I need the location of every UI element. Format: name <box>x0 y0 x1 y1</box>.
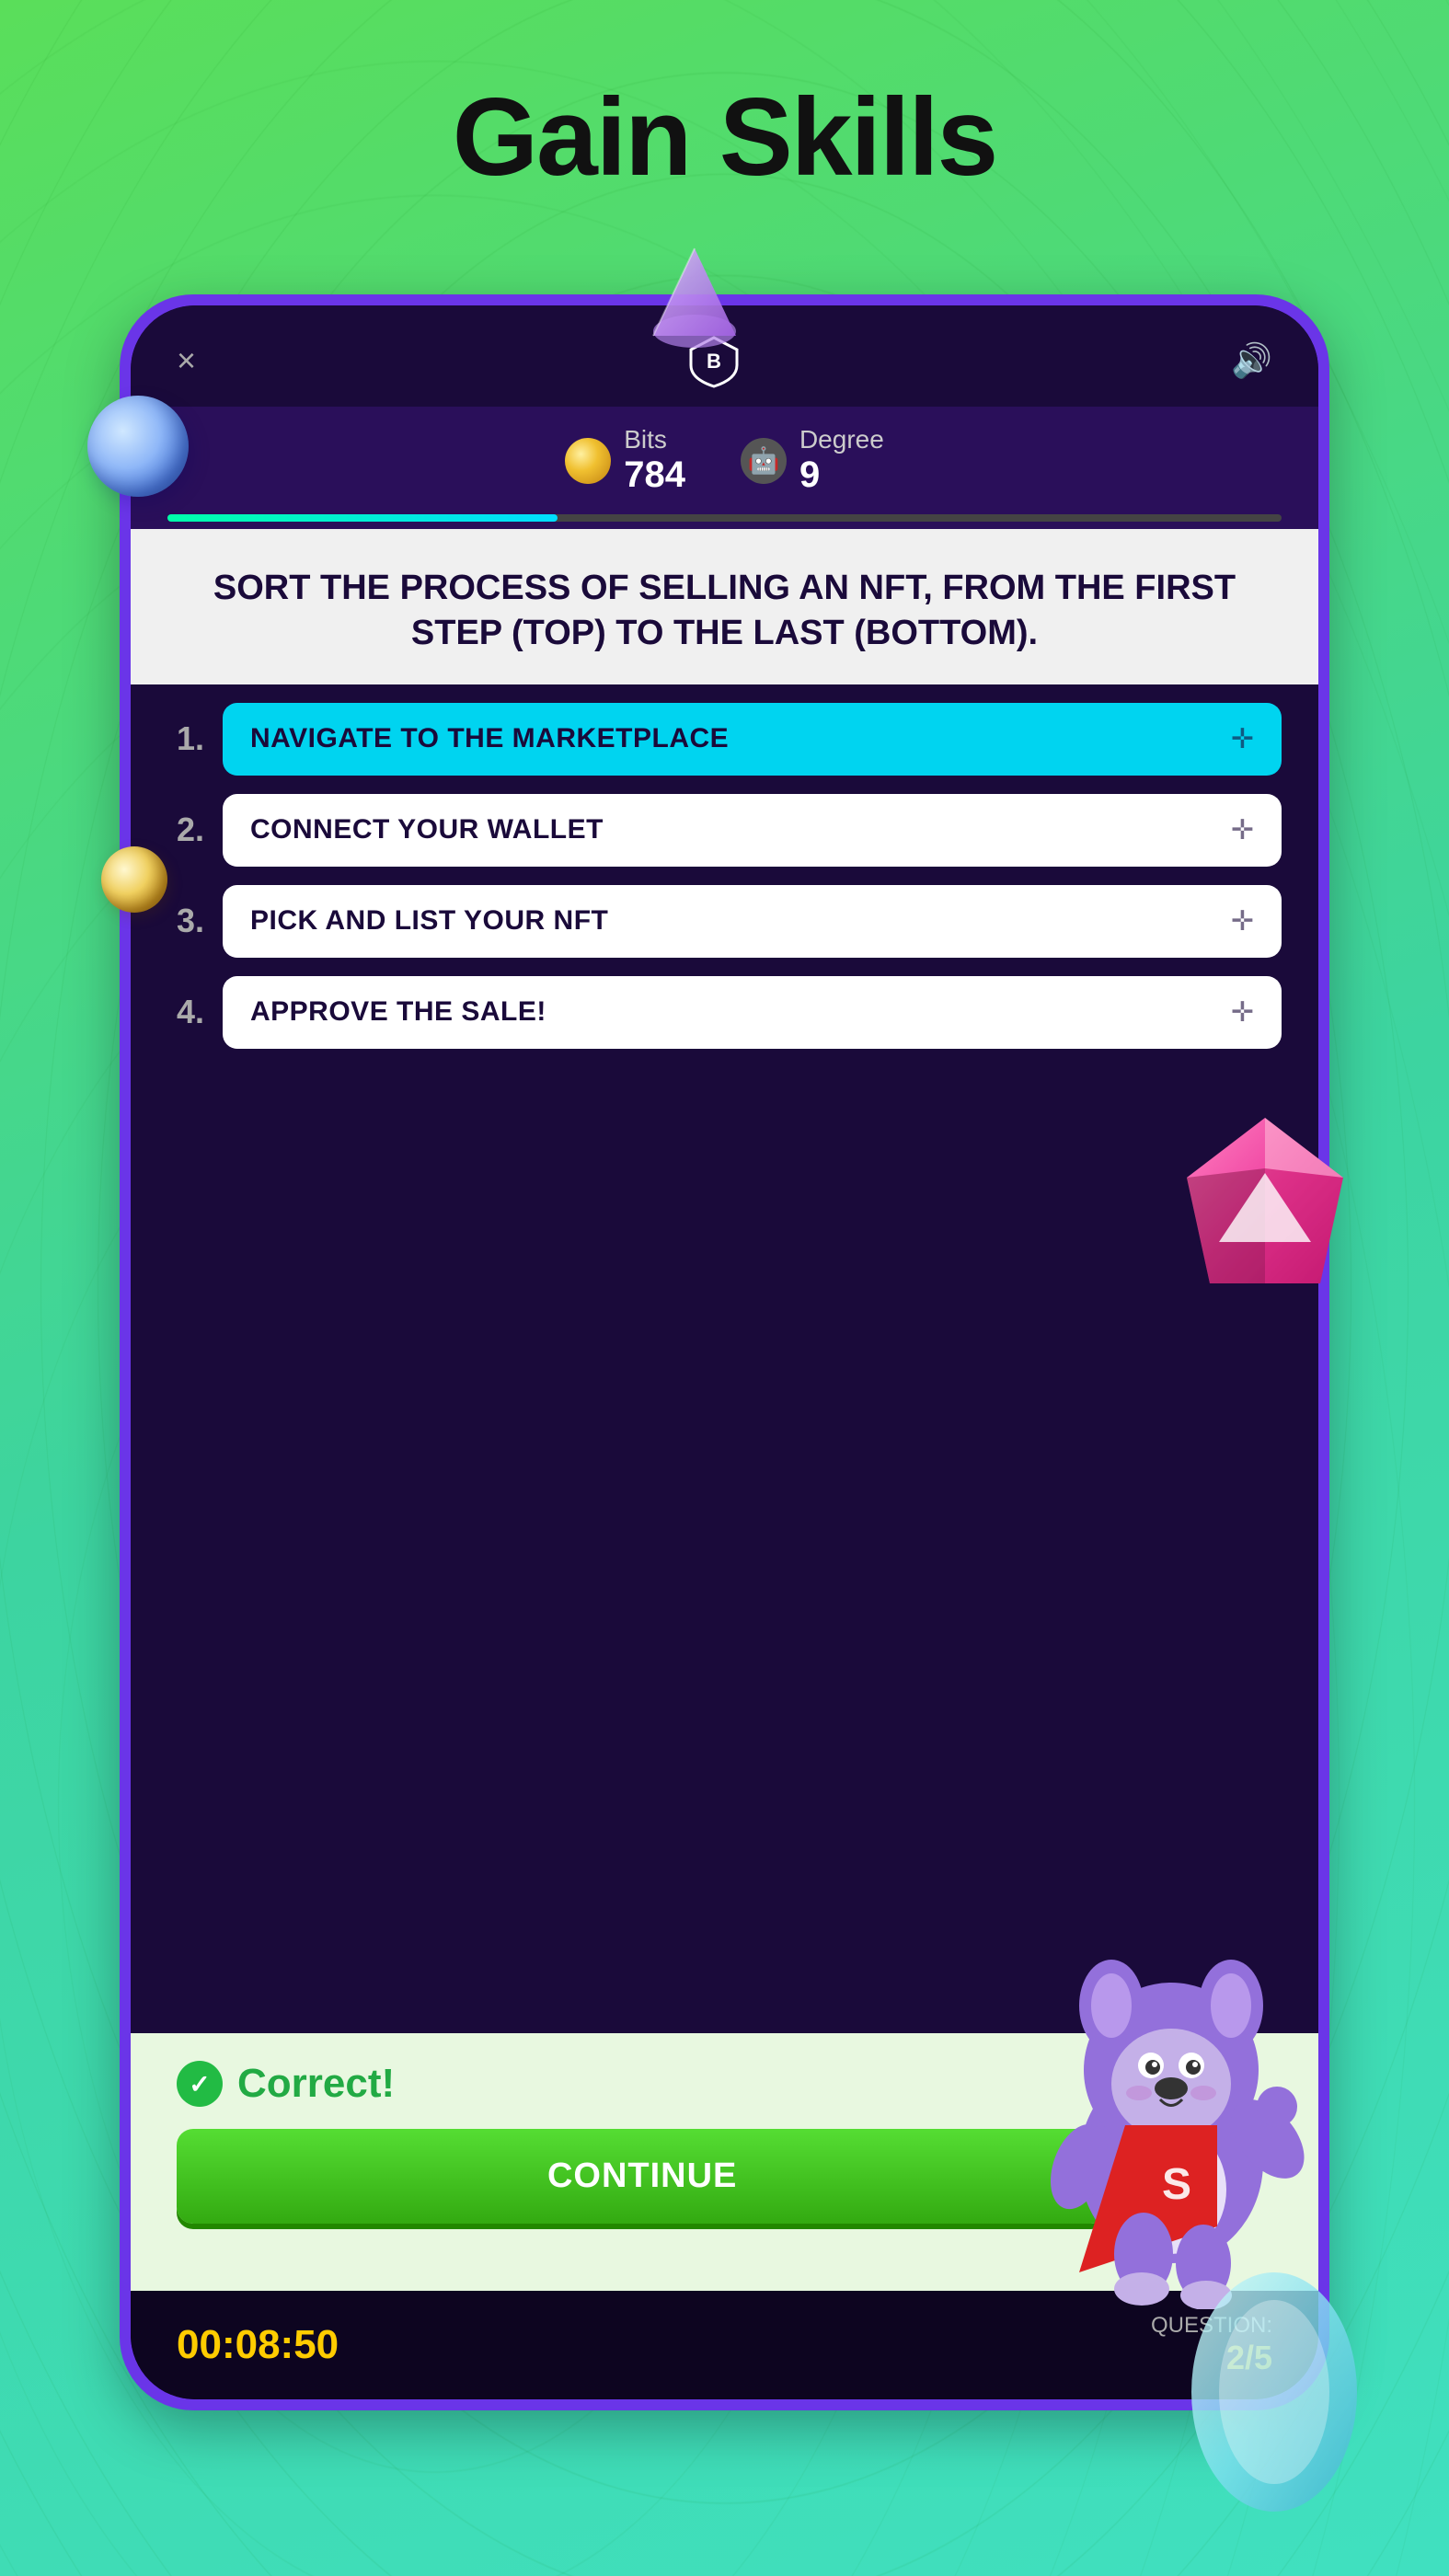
bits-value: 784 <box>624 454 685 496</box>
coin-icon <box>565 438 611 484</box>
bits-label: Bits <box>624 425 685 454</box>
answer-text-1: NAVIGATE TO THE MARKETPLACE <box>250 723 729 754</box>
answer-number-2: 2. <box>167 811 204 849</box>
decorative-gem-crystal <box>1173 2254 1375 2530</box>
decorative-cone <box>635 239 754 359</box>
question-text: SORT THE PROCESS OF SELLING AN NFT, FROM… <box>177 566 1272 657</box>
answer-row-2: 2. CONNECT YOUR WALLET ✛ <box>167 794 1282 867</box>
degree-value: 9 <box>799 454 884 496</box>
sound-button[interactable]: 🔊 <box>1231 341 1272 380</box>
close-button[interactable]: × <box>177 341 196 380</box>
page-title: Gain Skills <box>0 0 1449 201</box>
mascot-dog: S <box>1006 1923 1318 2309</box>
phone-frame: × B 🔊 Bits 784 🤖 Degree 9 <box>120 294 1329 2410</box>
svg-text:S: S <box>1162 2160 1191 2209</box>
answer-button-2[interactable]: CONNECT YOUR WALLET ✛ <box>223 794 1282 867</box>
answer-button-3[interactable]: PICK AND LIST YOUR NFT ✛ <box>223 885 1282 958</box>
decorative-orb-gold <box>101 846 167 913</box>
answer-button-4[interactable]: APPROVE THE SALE! ✛ <box>223 976 1282 1049</box>
answer-number-3: 3. <box>167 902 204 940</box>
continue-button[interactable]: CONTINUE <box>177 2129 1108 2224</box>
result-area: ✓ Correct! CONTINUE <box>131 2033 1318 2291</box>
correct-text: Correct! <box>237 2061 395 2107</box>
answer-row-4: 4. APPROVE THE SALE! ✛ <box>167 976 1282 1049</box>
bits-stat: Bits 784 <box>565 425 685 496</box>
degree-label: Degree <box>799 425 884 454</box>
timer: 00:08:50 <box>177 2322 339 2368</box>
progress-fill <box>167 514 558 522</box>
drag-icon-1: ✛ <box>1231 723 1254 755</box>
decorative-orb-blue <box>87 396 189 497</box>
avatar-icon: 🤖 <box>741 438 787 484</box>
check-circle-icon: ✓ <box>177 2061 223 2107</box>
degree-stat: 🤖 Degree 9 <box>741 425 884 496</box>
answers-area: 1. NAVIGATE TO THE MARKETPLACE ✛ 2. CONN… <box>131 684 1318 2033</box>
answer-text-2: CONNECT YOUR WALLET <box>250 814 604 845</box>
answer-text-4: APPROVE THE SALE! <box>250 996 546 1028</box>
answer-number-1: 1. <box>167 719 204 758</box>
phone-screen: × B 🔊 Bits 784 🤖 Degree 9 <box>131 305 1318 2399</box>
progress-bar-container <box>131 514 1318 529</box>
decorative-gem-pink <box>1173 1113 1357 1297</box>
stats-bar: Bits 784 🤖 Degree 9 <box>131 407 1318 514</box>
answer-row-1: 1. NAVIGATE TO THE MARKETPLACE ✛ <box>167 703 1282 776</box>
progress-track <box>167 514 1282 522</box>
answer-row-3: 3. PICK AND LIST YOUR NFT ✛ <box>167 885 1282 958</box>
drag-icon-4: ✛ <box>1231 996 1254 1029</box>
answer-text-3: PICK AND LIST YOUR NFT <box>250 905 608 937</box>
drag-icon-2: ✛ <box>1231 814 1254 846</box>
drag-icon-3: ✛ <box>1231 905 1254 937</box>
question-area: SORT THE PROCESS OF SELLING AN NFT, FROM… <box>131 529 1318 684</box>
answer-button-1[interactable]: NAVIGATE TO THE MARKETPLACE ✛ <box>223 703 1282 776</box>
answer-number-4: 4. <box>167 993 204 1031</box>
